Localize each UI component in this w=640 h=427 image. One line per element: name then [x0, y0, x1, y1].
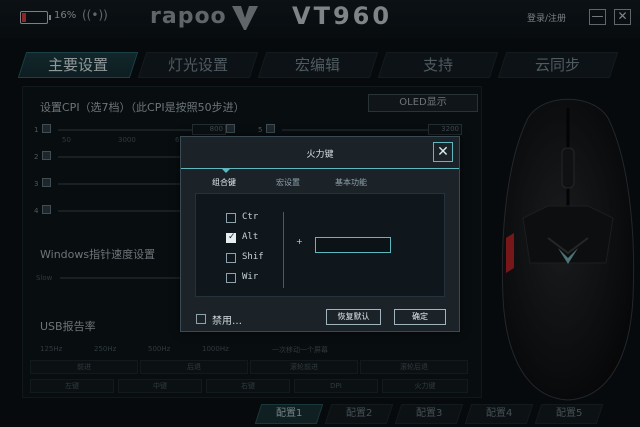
dialog-title: 火力键	[306, 150, 334, 160]
disable-label: 禁用…	[212, 316, 242, 327]
key-input[interactable]	[315, 237, 391, 253]
ctrl-checkbox[interactable]	[226, 213, 236, 223]
dialog-tab-basic[interactable]: 基本功能	[335, 177, 367, 188]
ok-button[interactable]: 确定	[394, 309, 446, 325]
active-tab-indicator	[222, 169, 230, 173]
reset-default-button[interactable]: 恢复默认	[326, 309, 381, 325]
alt-checkbox[interactable]	[226, 232, 236, 243]
ctrl-label: Ctr	[242, 212, 259, 222]
alt-label: Alt	[242, 232, 259, 242]
win-checkbox[interactable]	[226, 273, 236, 283]
shift-label: Shif	[242, 252, 264, 262]
modifier-divider	[283, 212, 284, 288]
plus-sign: +	[296, 237, 303, 246]
disable-checkbox[interactable]	[196, 314, 206, 324]
dialog-close-button[interactable]: ✕	[433, 142, 453, 162]
shift-checkbox[interactable]	[226, 253, 236, 263]
dialog-tab-macro[interactable]: 宏设置	[276, 177, 300, 188]
win-label: Wir	[242, 272, 259, 282]
dialog-tab-combo[interactable]: 组合键	[212, 177, 236, 188]
